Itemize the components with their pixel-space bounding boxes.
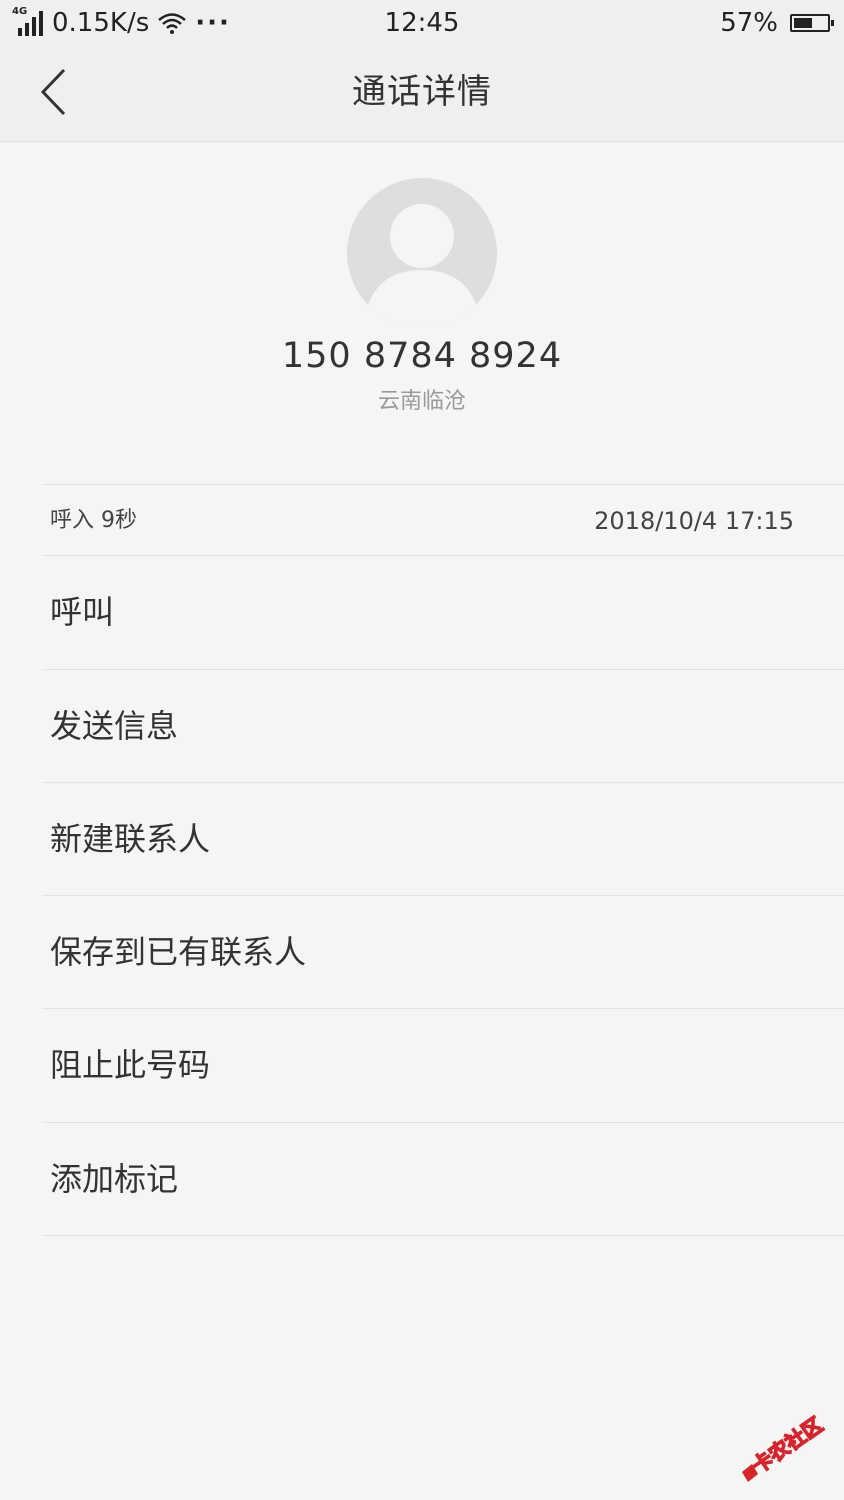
action-label: 呼叫 (50, 593, 115, 631)
call-datetime: 2018/10/4 17:15 (594, 507, 794, 535)
battery-icon (790, 14, 834, 32)
action-label: 发送信息 (50, 707, 179, 745)
action-save-to-existing[interactable]: 保存到已有联系人 (0, 896, 844, 1009)
battery-percent: 57% (720, 8, 778, 38)
action-block-number[interactable]: 阻止此号码 (0, 1009, 844, 1122)
avatar (347, 178, 497, 328)
clock: 12:45 (384, 8, 460, 38)
status-bar: 4G 0.15K/s ··· 12:45 57% (0, 0, 844, 46)
divider (42, 484, 844, 485)
action-add-tag[interactable]: 添加标记 (0, 1123, 844, 1236)
phone-location: 云南临沧 (377, 389, 466, 414)
nav-bar: 通话详情 (0, 46, 844, 142)
action-send-message[interactable]: 发送信息 (0, 670, 844, 783)
watermark-text: 卡农社区 (748, 1412, 827, 1478)
watermark-logo: 卡农社区 (742, 1412, 828, 1482)
call-log-row: 呼入 9秒 2018/10/4 17:15 (0, 486, 844, 556)
action-label: 保存到已有联系人 (50, 933, 307, 971)
page-title: 通话详情 (352, 72, 492, 112)
call-type: 呼入 9秒 (50, 508, 137, 533)
action-new-contact[interactable]: 新建联系人 (0, 783, 844, 896)
battery-level (794, 18, 813, 28)
default-avatar-icon (367, 204, 477, 328)
status-right: 57% (720, 6, 834, 40)
action-label: 添加标记 (50, 1160, 179, 1198)
phone-number: 150 8784 8924 (281, 336, 563, 376)
action-label: 新建联系人 (50, 820, 211, 858)
divider (42, 1235, 844, 1236)
action-label: 阻止此号码 (50, 1046, 211, 1084)
action-call[interactable]: 呼叫 (0, 556, 844, 669)
